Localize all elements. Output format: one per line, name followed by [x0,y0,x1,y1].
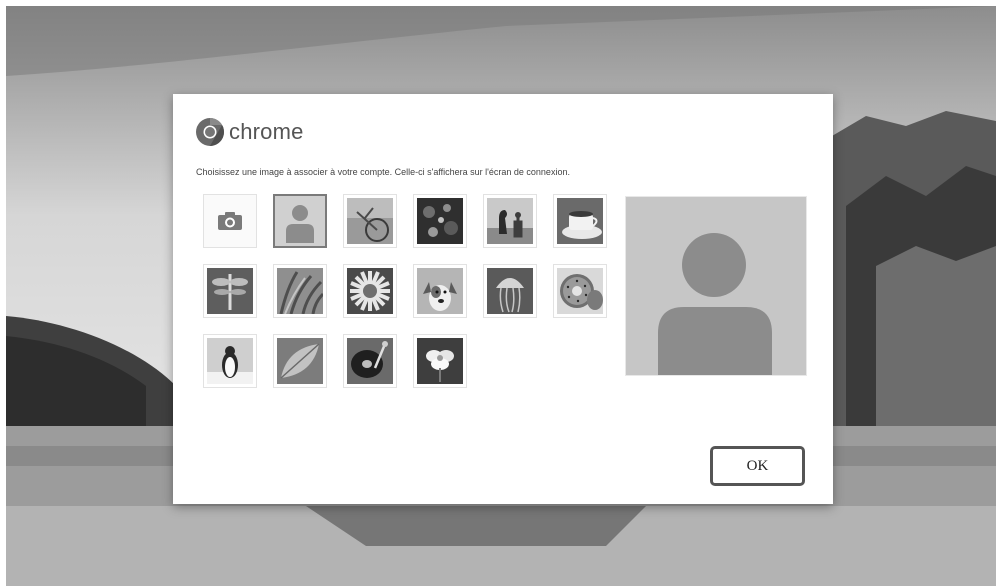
person-icon [286,205,314,243]
camera-tile[interactable] [203,194,257,248]
flower-icon [417,338,463,384]
daisy-icon [347,268,393,314]
default-avatar-tile[interactable] [273,194,327,248]
grass-image-tile[interactable] [273,264,327,318]
bokeh-icon [417,198,463,244]
dragonfly-icon [207,268,253,314]
camera-icon [218,212,242,230]
grass-icon [277,268,323,314]
chrome-logo-icon [196,118,224,146]
dog-icon [417,268,463,314]
turntable-icon [347,338,393,384]
flower-image-tile[interactable] [413,334,467,388]
chess-image-tile[interactable] [483,194,537,248]
bicycle-icon [347,198,393,244]
penguin-icon [207,338,253,384]
kiwi-image-tile[interactable] [553,264,607,318]
penguin-image-tile[interactable] [203,334,257,388]
person-icon [626,197,806,375]
kiwi-icon [557,268,603,314]
coffee-cup-icon [557,198,603,244]
dog-image-tile[interactable] [413,264,467,318]
leaf-image-tile[interactable] [273,334,327,388]
coffee-image-tile[interactable] [553,194,607,248]
dragonfly-image-tile[interactable] [203,264,257,318]
leaf-icon [277,338,323,384]
turntable-image-tile[interactable] [343,334,397,388]
chrome-brand: chrome [195,117,304,147]
brand-name: chrome [229,119,304,144]
jellyfish-icon [487,268,533,314]
ok-button[interactable]: OK [710,446,805,486]
bokeh-image-tile[interactable] [413,194,467,248]
chess-icon [487,198,533,244]
daisy-image-tile[interactable] [343,264,397,318]
change-picture-dialog: chrome Choisissez une image à associer à… [173,94,833,504]
instructions-text: Choisissez une image à associer à votre … [196,167,570,177]
selected-picture-preview [625,196,807,376]
jellyfish-image-tile[interactable] [483,264,537,318]
bicycle-image-tile[interactable] [343,194,397,248]
